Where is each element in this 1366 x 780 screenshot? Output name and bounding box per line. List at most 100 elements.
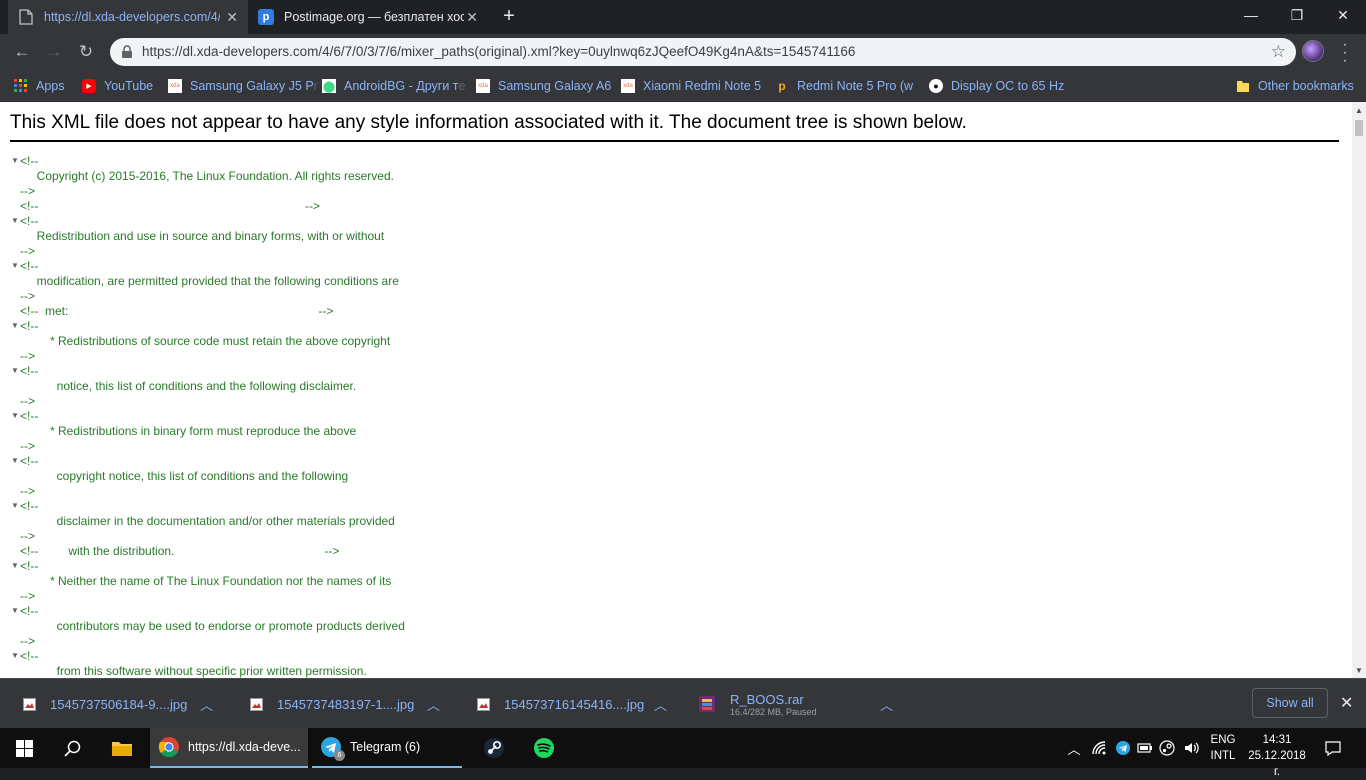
xml-comment-line: --> (20, 289, 35, 303)
collapse-triangle-icon[interactable]: ▼ (11, 651, 19, 660)
bookmark-samsung-j5[interactable]: xda Samsung Galaxy J5 Pr (168, 76, 318, 96)
bookmark-label: Other bookmarks (1258, 79, 1354, 93)
bookmark-label-fade: r (313, 79, 318, 93)
xml-comment-line: <!-- with the distribution. --> (20, 544, 340, 558)
close-icon[interactable]: ✕ (466, 9, 478, 26)
bookmark-star-icon[interactable]: ☆ (1271, 42, 1286, 62)
collapse-triangle-icon[interactable]: ▼ (11, 321, 19, 330)
bookmark-redmi-note-5-pro[interactable]: p Redmi Note 5 Pro (w (775, 76, 913, 96)
xml-comment-line: modification, are permitted provided tha… (20, 274, 399, 288)
steam-icon[interactable] (470, 728, 518, 768)
chevron-up-icon[interactable]: ︿ (880, 695, 893, 714)
xml-comment-line: --> (20, 589, 35, 603)
taskbar-telegram[interactable]: 6 Telegram (6) (312, 728, 462, 768)
search-icon[interactable] (48, 728, 96, 768)
bookmark-label: Redmi Note 5 Pro (w (797, 79, 914, 93)
collapse-triangle-icon[interactable]: ▼ (11, 456, 19, 465)
chevron-up-icon[interactable]: ︿ (200, 695, 213, 714)
url-text[interactable]: https://dl.xda-developers.com/4/6/7/0/3/… (142, 44, 855, 59)
tray-chevron-icon[interactable]: ︿ (1062, 728, 1086, 768)
collapse-triangle-icon[interactable]: ▼ (11, 411, 19, 420)
windows-taskbar: https://dl.xda-deve... 6 Telegram (6) ︿ … (0, 728, 1366, 778)
close-window-icon[interactable]: ✕ (1320, 0, 1366, 30)
chevron-up-icon[interactable]: ︿ (654, 695, 667, 714)
toolbar: ← → ↻ https://dl.xda-developers.com/4/6/… (0, 34, 1366, 70)
taskbar-label: Telegram (6) (350, 740, 421, 754)
volume-icon[interactable] (1180, 728, 1204, 768)
bookmark-display-oc[interactable]: ● Display OC to 65 Hz (929, 76, 1064, 96)
steam-tray-icon[interactable] (1156, 728, 1178, 768)
bookmark-label: Xiaomi Redmi Note 5 (643, 79, 762, 93)
p-icon: p (778, 79, 786, 93)
taskbar-chrome[interactable]: https://dl.xda-deve... (150, 728, 308, 768)
chevron-up-icon[interactable]: ︿ (427, 695, 440, 714)
xml-comment-line: <!-- (20, 604, 39, 618)
vertical-scrollbar[interactable]: ▲ ▼ (1352, 102, 1366, 678)
input-language[interactable]: ENG INTL (1206, 732, 1240, 764)
bookmark-apps[interactable]: Apps (14, 76, 65, 96)
xml-comment-line: --> (20, 484, 35, 498)
collapse-triangle-icon[interactable]: ▼ (11, 156, 19, 165)
profile-avatar[interactable] (1302, 40, 1324, 62)
xml-comment-line: notice, this list of conditions and the … (20, 379, 357, 393)
download-item[interactable]: 1545737483197-1....jpg ︿ (249, 679, 445, 729)
xml-comment-line: <!-- (20, 559, 39, 573)
image-file-icon (249, 696, 263, 712)
tab-postimage[interactable]: p Postimage.org — безплатен хостинг ✕ (248, 0, 488, 34)
close-icon[interactable]: ✕ (226, 9, 238, 26)
telegram-tray-icon[interactable] (1112, 728, 1134, 768)
new-tab-icon[interactable]: + (498, 5, 520, 27)
xml-comment-line: copyright notice, this list of condition… (20, 469, 349, 483)
download-item[interactable]: 154573716145416....jpg ︿ (476, 679, 672, 729)
bookmark-androidbg[interactable]: ⬤ AndroidBG - Други тe (322, 76, 465, 96)
battery-icon[interactable] (1134, 728, 1156, 768)
xml-comment-line: <!-- (20, 499, 39, 513)
browser-chrome: https://dl.xda-developers.com/4/6/7/0/3/… (0, 0, 1366, 102)
notification-icon[interactable] (1320, 728, 1346, 768)
back-icon[interactable]: ← (10, 40, 34, 64)
collapse-triangle-icon[interactable]: ▼ (11, 366, 19, 375)
xml-comment-line: Copyright (c) 2015-2016, The Linux Found… (20, 169, 394, 183)
reload-icon[interactable]: ↻ (74, 40, 98, 64)
xml-comment-line: * Redistributions in binary form must re… (20, 424, 357, 438)
scroll-up-icon[interactable]: ▲ (1355, 106, 1363, 115)
spotify-icon[interactable] (520, 728, 568, 768)
scroll-down-icon[interactable]: ▼ (1355, 666, 1363, 675)
tab-title: https://dl.xda-developers.com/4/6/7/0/3/… (44, 10, 220, 24)
bookmark-redmi-note-5[interactable]: xda Xiaomi Redmi Note 5 (621, 76, 761, 96)
start-windows-icon[interactable] (0, 728, 48, 768)
collapse-triangle-icon[interactable]: ▼ (11, 216, 19, 225)
download-item[interactable]: 1545737506184-9....jpg ︿ (22, 679, 218, 729)
show-all-button[interactable]: Show all (1252, 688, 1328, 718)
download-item[interactable]: R_BOOS.rar 16.4/282 MB, Paused ︿ (698, 679, 896, 729)
collapse-triangle-icon[interactable]: ▼ (11, 501, 19, 510)
tab-xda[interactable]: https://dl.xda-developers.com/4/6/7/0/3/… (8, 0, 248, 34)
system-clock[interactable]: 14:31 25.12.2018 г. (1244, 732, 1310, 780)
xml-notice: This XML file does not appear to have an… (10, 112, 1339, 142)
bookmark-samsung-a6[interactable]: xda Samsung Galaxy A6 (476, 76, 611, 96)
collapse-triangle-icon[interactable]: ▼ (11, 606, 19, 615)
xml-comment-line: <!-- met: --> (20, 304, 334, 318)
forward-icon[interactable]: → (42, 40, 66, 64)
xml-comment-line: contributors may be used to endorse or p… (20, 619, 405, 633)
lock-icon[interactable] (120, 45, 134, 59)
close-downloads-icon[interactable]: ✕ (1340, 693, 1353, 713)
wifi-icon[interactable] (1088, 728, 1112, 768)
telegram-icon: 6 (320, 736, 345, 761)
collapse-triangle-icon[interactable]: ▼ (11, 261, 19, 270)
lang-top: ENG (1210, 734, 1236, 746)
download-filename: 1545737506184-9....jpg (50, 696, 188, 712)
bookmark-youtube[interactable]: ▶ YouTube (82, 76, 153, 96)
restore-icon[interactable]: ❐ (1274, 0, 1320, 30)
download-filename: 154573716145416....jpg (504, 696, 645, 712)
menu-icon[interactable]: · · · (1340, 37, 1350, 69)
file-explorer-icon[interactable] (98, 728, 146, 768)
bookmark-label: Samsung Galaxy A6 (498, 79, 612, 93)
minimize-icon[interactable]: — (1228, 0, 1274, 30)
bookmark-other[interactable]: Other bookmarks (1236, 76, 1354, 96)
downloads-bar: 1545737506184-9....jpg ︿ 1545737483197-1… (0, 678, 1366, 728)
address-bar[interactable]: https://dl.xda-developers.com/4/6/7/0/3/… (110, 38, 1296, 66)
scroll-thumb[interactable] (1355, 120, 1363, 136)
xml-comment-line: * Neither the name of The Linux Foundati… (20, 574, 392, 588)
collapse-triangle-icon[interactable]: ▼ (11, 561, 19, 570)
